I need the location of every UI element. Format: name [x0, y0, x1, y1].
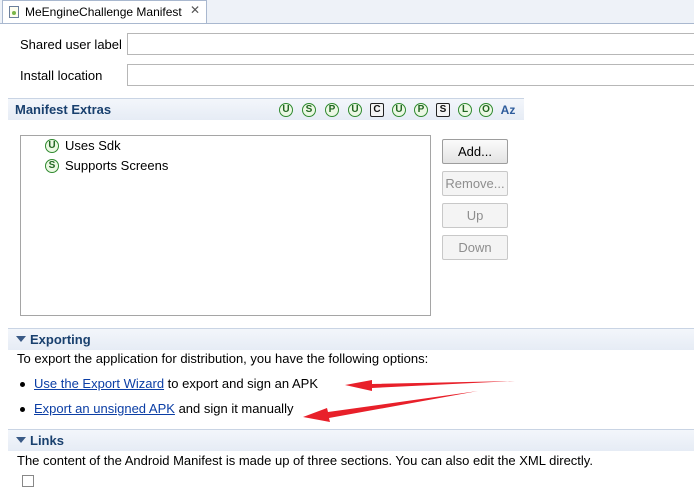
- annotation-arrow-icon: [345, 380, 515, 391]
- annotation-arrows: [303, 380, 515, 422]
- annotation-arrow-icon: [303, 391, 478, 422]
